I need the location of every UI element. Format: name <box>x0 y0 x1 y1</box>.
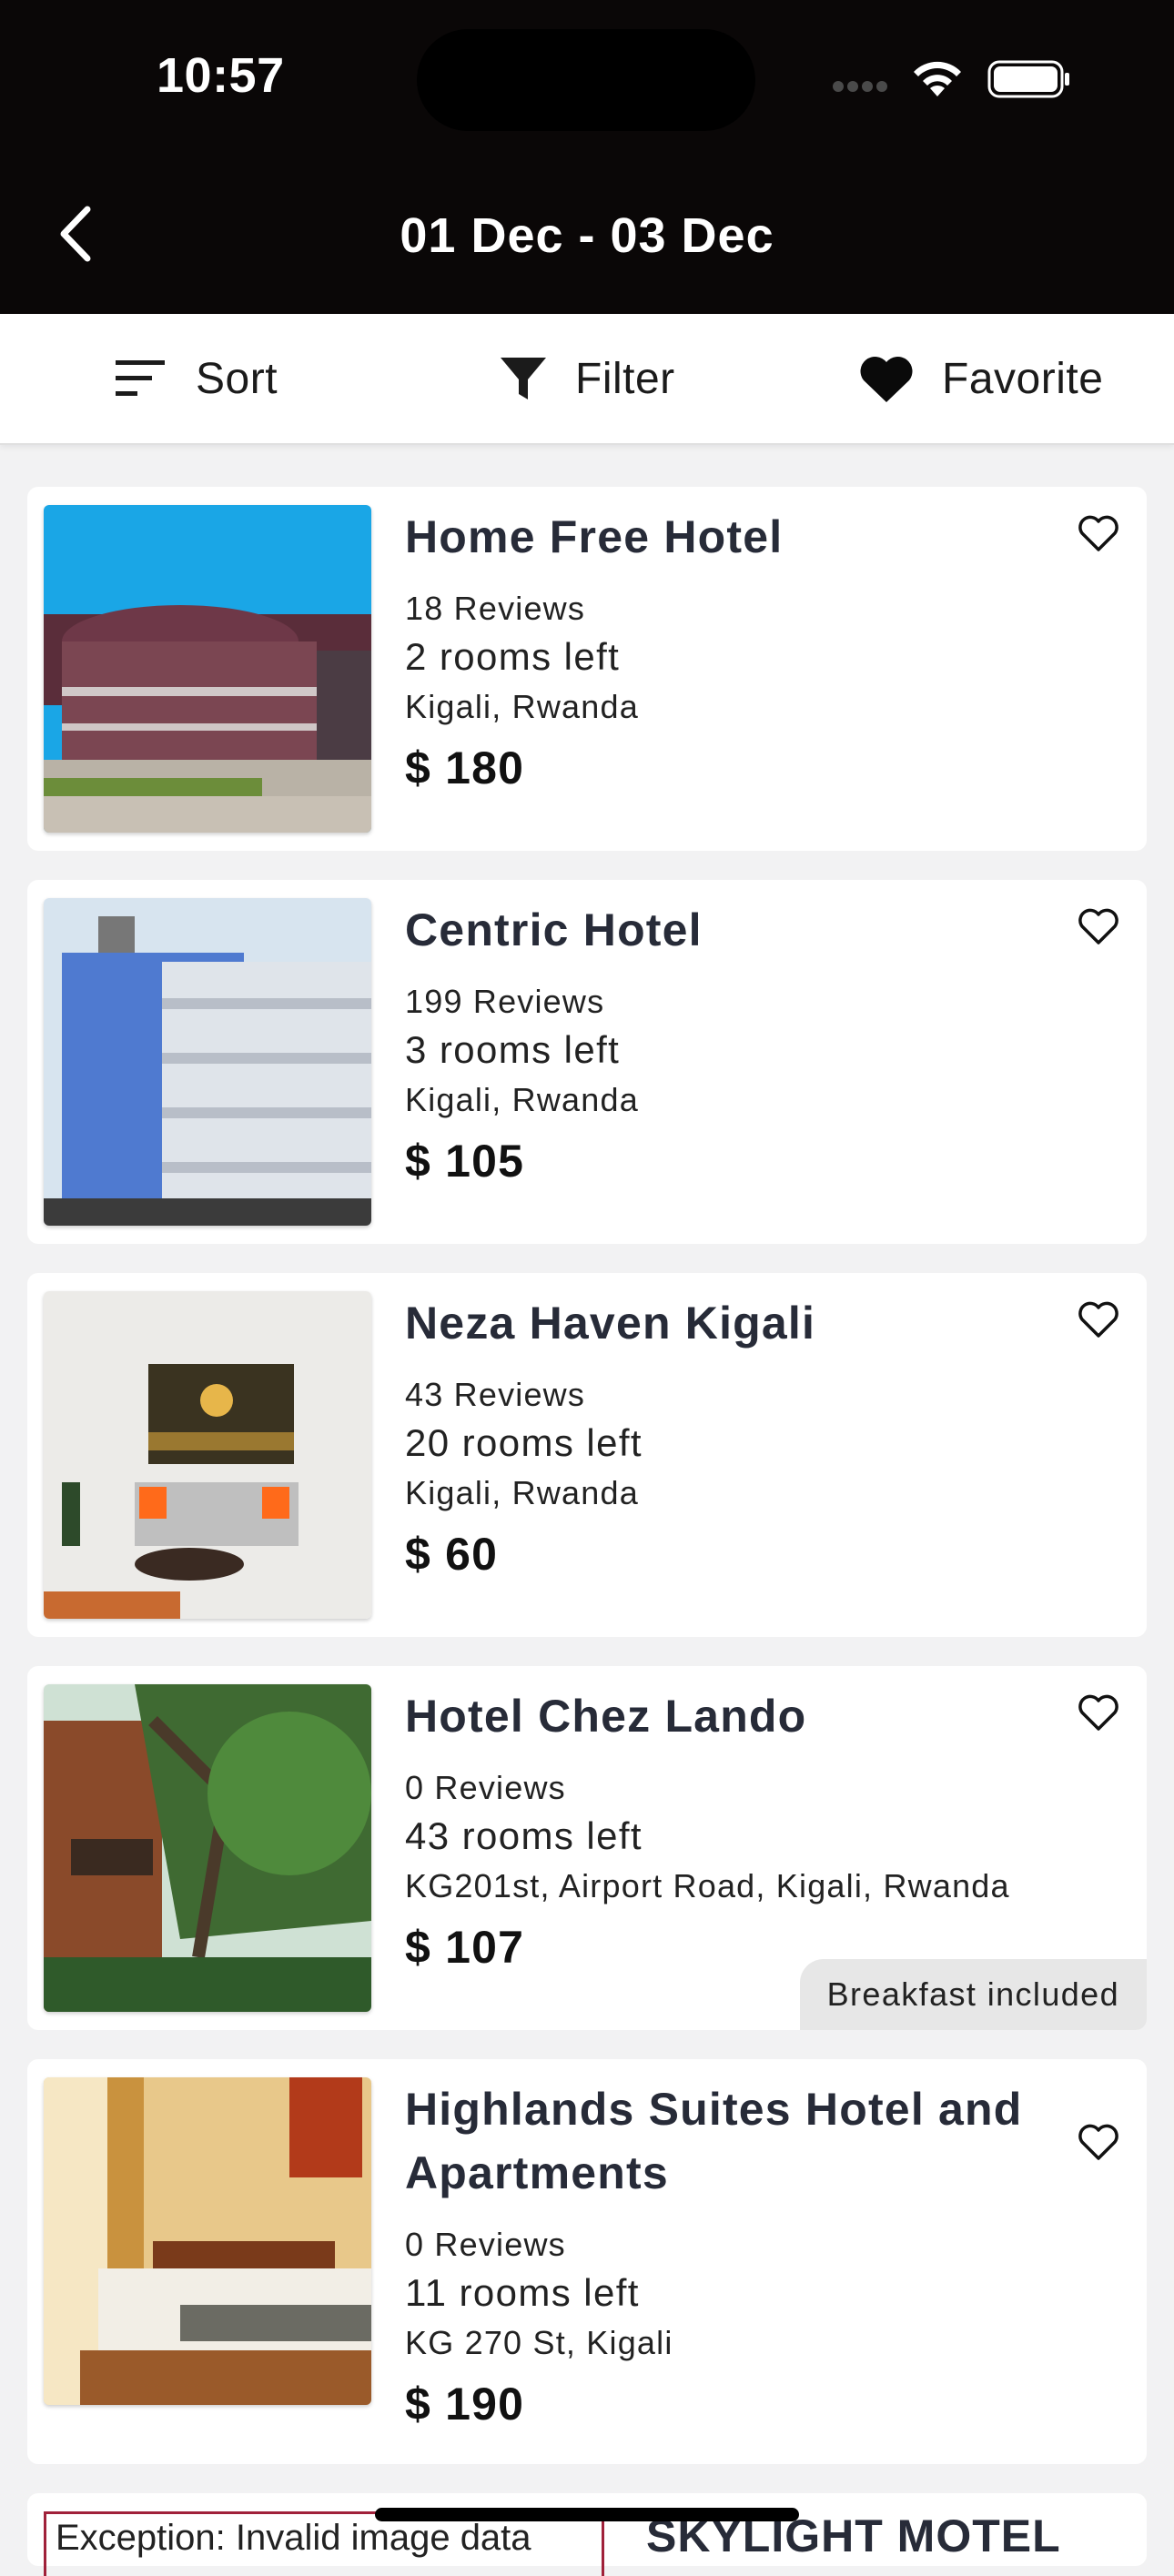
rooms-left: 2 rooms left <box>405 635 621 678</box>
hotel-info: Neza Haven Kigali 43 Reviews 20 rooms le… <box>405 1273 1078 1581</box>
hotel-info: Highlands Suites Hotel and Apartments 0 … <box>405 2059 1078 2430</box>
hotel-reviews: 0 Reviews <box>405 1769 566 1806</box>
hotel-photo <box>44 898 371 1226</box>
hotel-info: Centric Hotel 199 Reviews 3 rooms left K… <box>405 880 1078 1187</box>
battery-icon <box>987 60 1069 98</box>
hotel-card[interactable]: Neza Haven Kigali 43 Reviews 20 rooms le… <box>27 1273 1147 1637</box>
hotel-name: Home Free Hotel <box>405 511 784 562</box>
favorite-heart-icon[interactable] <box>1078 2123 1119 2161</box>
hotel-info: Hotel Chez Lando 0 Reviews 43 rooms left… <box>405 1666 1078 1974</box>
heart-filled-icon <box>860 356 913 402</box>
hotel-name: Hotel Chez Lando <box>405 1691 807 1742</box>
sort-button[interactable]: Sort <box>114 314 278 443</box>
filter-icon <box>501 358 546 399</box>
rooms-left: 3 rooms left <box>405 1028 621 1071</box>
filter-label: Filter <box>575 354 675 403</box>
hotel-card[interactable]: Highlands Suites Hotel and Apartments 0 … <box>27 2059 1147 2464</box>
sort-label: Sort <box>196 354 278 403</box>
app-header: 10:57 01 Dec - 03 Dec <box>0 0 1174 314</box>
hotel-location: Kigali, Rwanda <box>405 688 639 725</box>
hotel-reviews: 199 Reviews <box>405 983 605 1020</box>
hotel-photo <box>44 1684 371 2012</box>
hotel-card[interactable]: Centric Hotel 199 Reviews 3 rooms left K… <box>27 880 1147 1244</box>
cellular-signal-icon <box>833 80 891 96</box>
hotel-info: Home Free Hotel 18 Reviews 2 rooms left … <box>405 487 1078 794</box>
rooms-left: 20 rooms left <box>405 1421 643 1464</box>
wifi-icon <box>914 61 961 96</box>
sort-icon <box>116 360 165 396</box>
favorite-button[interactable]: Favorite <box>858 314 1103 443</box>
hotel-location: KG201st, Airport Road, Kigali, Rwanda <box>405 1867 1010 1904</box>
favorite-heart-icon[interactable] <box>1078 907 1119 945</box>
breakfast-badge: Breakfast included <box>799 1959 1147 2030</box>
dynamic-island <box>417 29 755 131</box>
sort-filter-toolbar: Sort Filter Favorite <box>0 314 1174 445</box>
hotel-price: $ 190 <box>405 2379 525 2430</box>
hotel-location: Kigali, Rwanda <box>405 1081 639 1118</box>
hotel-reviews: 18 Reviews <box>405 590 586 627</box>
hotel-price: $ 180 <box>405 742 525 793</box>
hotel-photo <box>44 1291 371 1619</box>
status-time: 10:57 <box>157 48 285 103</box>
favorite-heart-icon[interactable] <box>1078 514 1119 552</box>
favorite-heart-icon[interactable] <box>1078 1300 1119 1339</box>
hotel-price: $ 105 <box>405 1136 525 1187</box>
hotel-photo <box>44 505 371 833</box>
hotel-reviews: 0 Reviews <box>405 2226 566 2263</box>
rooms-left: 43 rooms left <box>405 1814 643 1857</box>
favorite-label: Favorite <box>942 354 1104 403</box>
hotel-name: Centric Hotel <box>405 904 703 955</box>
hotel-reviews: 43 Reviews <box>405 1376 586 1413</box>
home-indicator[interactable] <box>375 2508 799 2521</box>
hotel-name: Highlands Suites Hotel and Apartments <box>405 2084 1023 2198</box>
rooms-left: 11 rooms left <box>405 2271 640 2314</box>
hotel-name: Neza Haven Kigali <box>405 1298 816 1349</box>
hotel-location: KG 270 St, Kigali <box>405 2324 673 2361</box>
favorite-heart-icon[interactable] <box>1078 1693 1119 1732</box>
hotel-card[interactable]: Hotel Chez Lando 0 Reviews 43 rooms left… <box>27 1666 1147 2030</box>
hotel-card[interactable]: Home Free Hotel 18 Reviews 2 rooms left … <box>27 487 1147 851</box>
filter-button[interactable]: Filter <box>499 314 675 443</box>
hotel-photo <box>44 2077 371 2405</box>
hotel-location: Kigali, Rwanda <box>405 1474 639 1511</box>
date-range-title: 01 Dec - 03 Dec <box>400 208 774 263</box>
hotel-price: $ 60 <box>405 1529 499 1580</box>
